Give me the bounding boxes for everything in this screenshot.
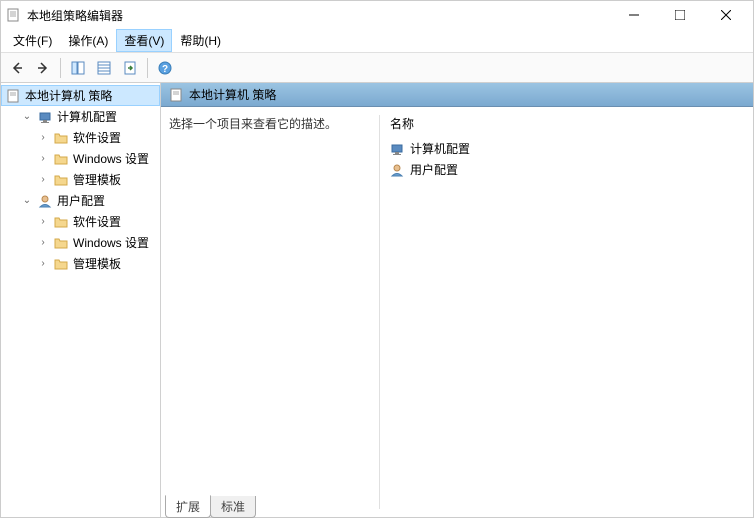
tree-user-config[interactable]: ⌄ 用户配置 — [17, 190, 160, 211]
tool-view1[interactable] — [66, 56, 90, 80]
folder-icon — [53, 235, 69, 251]
content-body: 选择一个项目来查看它的描述。 名称 计算机配置 用户配置 — [161, 107, 753, 517]
tree-item-admin[interactable]: › 管理模板 — [33, 169, 160, 190]
list-item-computer[interactable]: 计算机配置 — [390, 138, 745, 159]
menu-view[interactable]: 查看(V) — [116, 29, 172, 52]
tree-item-windows[interactable]: › Windows 设置 — [33, 148, 160, 169]
tree-panel[interactable]: 本地计算机 策略 ⌄ 计算机配置 › 软件设置 › Windows 设置 — [1, 83, 161, 517]
computer-icon — [37, 109, 53, 125]
tool-view2[interactable] — [92, 56, 116, 80]
user-icon — [390, 163, 404, 177]
tree-user-label: 用户配置 — [57, 192, 105, 209]
policy-icon — [169, 88, 183, 102]
tree-root[interactable]: 本地计算机 策略 — [1, 85, 160, 106]
folder-icon — [53, 256, 69, 272]
folder-icon — [53, 172, 69, 188]
expand-icon[interactable]: › — [37, 153, 49, 165]
forward-button[interactable] — [31, 56, 55, 80]
list-item-user[interactable]: 用户配置 — [390, 159, 745, 180]
close-button[interactable] — [703, 1, 749, 29]
tab-extended[interactable]: 扩展 — [165, 495, 211, 518]
content-header: 本地计算机 策略 — [161, 83, 753, 107]
tab-standard[interactable]: 标准 — [210, 496, 256, 518]
user-icon — [37, 193, 53, 209]
tree-admin-label: 管理模板 — [73, 171, 121, 188]
tree-computer-label: 计算机配置 — [57, 108, 117, 125]
maximize-button[interactable] — [657, 1, 703, 29]
tree-item-software[interactable]: › 软件设置 — [33, 211, 160, 232]
tab-strip: 扩展 标准 — [161, 495, 753, 517]
tool-export[interactable] — [118, 56, 142, 80]
column-header-name[interactable]: 名称 — [390, 115, 745, 132]
expand-icon[interactable]: › — [37, 237, 49, 249]
menu-help[interactable]: 帮助(H) — [172, 29, 229, 52]
tree-item-windows[interactable]: › Windows 设置 — [33, 232, 160, 253]
main-area: 本地计算机 策略 ⌄ 计算机配置 › 软件设置 › Windows 设置 — [1, 83, 753, 517]
folder-icon — [53, 130, 69, 146]
tree-admin-label: 管理模板 — [73, 255, 121, 272]
folder-icon — [53, 214, 69, 230]
folder-icon — [53, 151, 69, 167]
policy-icon — [5, 88, 21, 104]
tree-root-label: 本地计算机 策略 — [25, 87, 112, 104]
divider — [147, 58, 148, 78]
description-text: 选择一个项目来查看它的描述。 — [169, 115, 371, 132]
svg-text:?: ? — [162, 64, 168, 75]
collapse-icon[interactable]: ⌄ — [21, 111, 33, 123]
computer-icon — [390, 142, 404, 156]
description-column: 选择一个项目来查看它的描述。 — [169, 115, 379, 509]
content-header-title: 本地计算机 策略 — [189, 86, 276, 103]
tree-windows-label: Windows 设置 — [73, 234, 149, 251]
expand-icon[interactable]: › — [37, 132, 49, 144]
back-button[interactable] — [5, 56, 29, 80]
expand-icon[interactable]: › — [37, 216, 49, 228]
list-item-label: 用户配置 — [410, 161, 458, 178]
titlebar: 本地组策略编辑器 — [1, 1, 753, 29]
tree-software-label: 软件设置 — [73, 213, 121, 230]
menu-action[interactable]: 操作(A) — [60, 29, 116, 52]
content-panel: 本地计算机 策略 选择一个项目来查看它的描述。 名称 计算机配置 用户配置 扩展… — [161, 83, 753, 517]
tree-software-label: 软件设置 — [73, 129, 121, 146]
expand-icon[interactable]: › — [37, 174, 49, 186]
tree-windows-label: Windows 设置 — [73, 150, 149, 167]
tool-help[interactable]: ? — [153, 56, 177, 80]
menubar: 文件(F) 操作(A) 查看(V) 帮助(H) — [1, 29, 753, 53]
app-icon — [5, 7, 21, 23]
list-item-label: 计算机配置 — [410, 140, 470, 157]
tree-item-software[interactable]: › 软件设置 — [33, 127, 160, 148]
list-column: 名称 计算机配置 用户配置 — [379, 115, 745, 509]
minimize-button[interactable] — [611, 1, 657, 29]
window-controls — [611, 1, 749, 29]
divider — [60, 58, 61, 78]
tree-item-admin[interactable]: › 管理模板 — [33, 253, 160, 274]
tree-computer-config[interactable]: ⌄ 计算机配置 — [17, 106, 160, 127]
expand-icon[interactable]: › — [37, 258, 49, 270]
window-title: 本地组策略编辑器 — [27, 7, 611, 24]
collapse-icon[interactable]: ⌄ — [21, 195, 33, 207]
toolbar: ? — [1, 53, 753, 83]
menu-file[interactable]: 文件(F) — [5, 29, 60, 52]
